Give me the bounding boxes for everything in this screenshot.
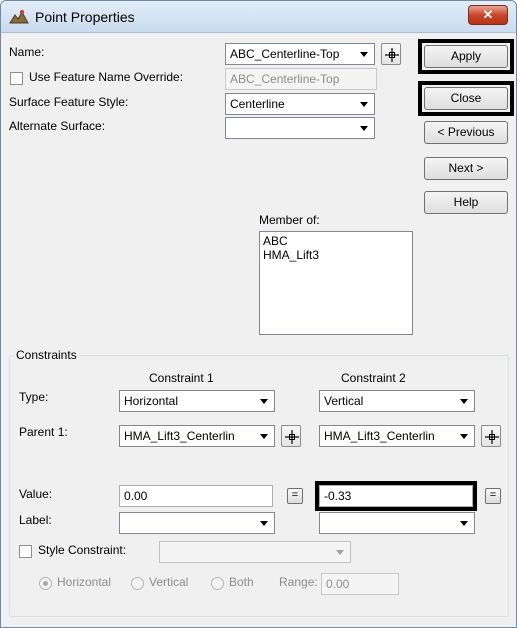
surface-feature-style-dropdown[interactable]: Centerline bbox=[225, 93, 375, 115]
chevron-down-icon bbox=[260, 521, 268, 526]
previous-button[interactable]: < Previous bbox=[424, 121, 508, 144]
constraint-2-equals-button[interactable]: = bbox=[485, 488, 501, 504]
alternate-surface-dropdown[interactable] bbox=[225, 117, 375, 139]
chevron-down-icon bbox=[360, 102, 368, 107]
constraint-1-value: 0.00 bbox=[124, 489, 148, 503]
chevron-down-icon bbox=[336, 550, 344, 555]
constraint-1-parent-dropdown[interactable]: HMA_Lift3_Centerlin bbox=[119, 425, 275, 447]
surface-feature-style-label: Surface Feature Style: bbox=[9, 95, 129, 109]
constraints-group-title: Constraints bbox=[13, 348, 80, 362]
name-dropdown[interactable]: ABC_Centerline-Top bbox=[225, 43, 375, 65]
constraint-2-header: Constraint 2 bbox=[341, 371, 406, 385]
window-title: Point Properties bbox=[35, 9, 135, 25]
override-value: ABC_Centerline-Top bbox=[230, 72, 340, 86]
constraint-1-type-dropdown[interactable]: Horizontal bbox=[119, 390, 275, 412]
style-constraint-checkbox[interactable] bbox=[19, 545, 32, 558]
value-label: Value: bbox=[19, 487, 53, 501]
constraint-2-value: -0.33 bbox=[324, 489, 352, 503]
next-button[interactable]: Next > bbox=[424, 157, 508, 180]
list-item[interactable]: ABC bbox=[263, 234, 409, 248]
constraint-1-header: Constraint 1 bbox=[149, 371, 214, 385]
chevron-down-icon bbox=[460, 434, 468, 439]
radio-horizontal[interactable] bbox=[39, 577, 52, 590]
chevron-down-icon bbox=[460, 521, 468, 526]
member-of-label: Member of: bbox=[259, 213, 320, 227]
range-value: 0.00 bbox=[326, 577, 350, 591]
name-pick-button[interactable] bbox=[381, 43, 401, 65]
crosshair-pick-icon bbox=[285, 430, 299, 444]
list-item[interactable]: HMA_Lift3 bbox=[263, 248, 409, 262]
close-icon: ✕ bbox=[482, 7, 494, 22]
alternate-surface-label: Alternate Surface: bbox=[9, 119, 106, 133]
type-label: Type: bbox=[19, 390, 49, 404]
name-label: Name: bbox=[9, 45, 45, 59]
help-button[interactable]: Help bbox=[424, 191, 508, 214]
constraint-1-value-field[interactable]: 0.00 bbox=[119, 485, 273, 507]
chevron-down-icon bbox=[460, 399, 468, 404]
radio-horizontal-label: Horizontal bbox=[57, 575, 112, 589]
constraint-1-parent-pick-button[interactable] bbox=[281, 425, 301, 447]
radio-both-label: Both bbox=[229, 575, 254, 589]
close-button[interactable]: Close bbox=[424, 87, 508, 110]
window-close-button[interactable]: ✕ bbox=[468, 5, 508, 25]
constraint-2-parent-pick-button[interactable] bbox=[481, 425, 501, 447]
member-of-list[interactable]: ABC HMA_Lift3 bbox=[259, 231, 413, 335]
constraint-2-parent-value: HMA_Lift3_Centerlin bbox=[324, 429, 435, 443]
radio-vertical[interactable] bbox=[131, 577, 144, 590]
name-value: ABC_Centerline-Top bbox=[230, 47, 340, 61]
chevron-down-icon bbox=[360, 126, 368, 131]
constraint-2-type-dropdown[interactable]: Vertical bbox=[319, 390, 475, 412]
style-constraint-dropdown[interactable] bbox=[159, 541, 351, 563]
chevron-down-icon bbox=[360, 52, 368, 57]
override-label: Use Feature Name Override: bbox=[29, 70, 184, 84]
range-label: Range: bbox=[279, 575, 318, 589]
label-label: Label: bbox=[19, 513, 52, 527]
chevron-down-icon bbox=[260, 434, 268, 439]
override-name-field[interactable]: ABC_Centerline-Top bbox=[225, 68, 377, 90]
parent-1-label: Parent 1: bbox=[19, 425, 68, 439]
chevron-down-icon bbox=[260, 399, 268, 404]
radio-vertical-label: Vertical bbox=[149, 575, 189, 589]
style-constraint-label: Style Constraint: bbox=[38, 543, 127, 557]
title-bar: Point Properties ✕ bbox=[1, 1, 516, 33]
constraint-1-label-dropdown[interactable] bbox=[119, 512, 275, 534]
constraint-1-parent-value: HMA_Lift3_Centerlin bbox=[124, 429, 235, 443]
constraint-2-label-dropdown[interactable] bbox=[319, 512, 475, 534]
constraint-1-equals-button[interactable]: = bbox=[287, 488, 303, 504]
point-properties-app-icon bbox=[9, 9, 29, 25]
surface-style-value: Centerline bbox=[230, 97, 285, 111]
crosshair-pick-icon bbox=[385, 48, 399, 62]
crosshair-pick-icon bbox=[485, 430, 499, 444]
constraint-2-parent-dropdown[interactable]: HMA_Lift3_Centerlin bbox=[319, 425, 475, 447]
apply-button[interactable]: Apply bbox=[424, 45, 508, 68]
constraint-2-value-field[interactable]: -0.33 bbox=[319, 485, 473, 507]
range-field[interactable]: 0.00 bbox=[321, 573, 399, 595]
constraint-1-type-value: Horizontal bbox=[124, 394, 179, 408]
radio-both[interactable] bbox=[211, 577, 224, 590]
constraint-2-type-value: Vertical bbox=[324, 394, 364, 408]
feature-name-override-checkbox[interactable] bbox=[10, 72, 23, 85]
point-properties-dialog: Point Properties ✕ Name: ABC_Centerline-… bbox=[0, 0, 517, 628]
